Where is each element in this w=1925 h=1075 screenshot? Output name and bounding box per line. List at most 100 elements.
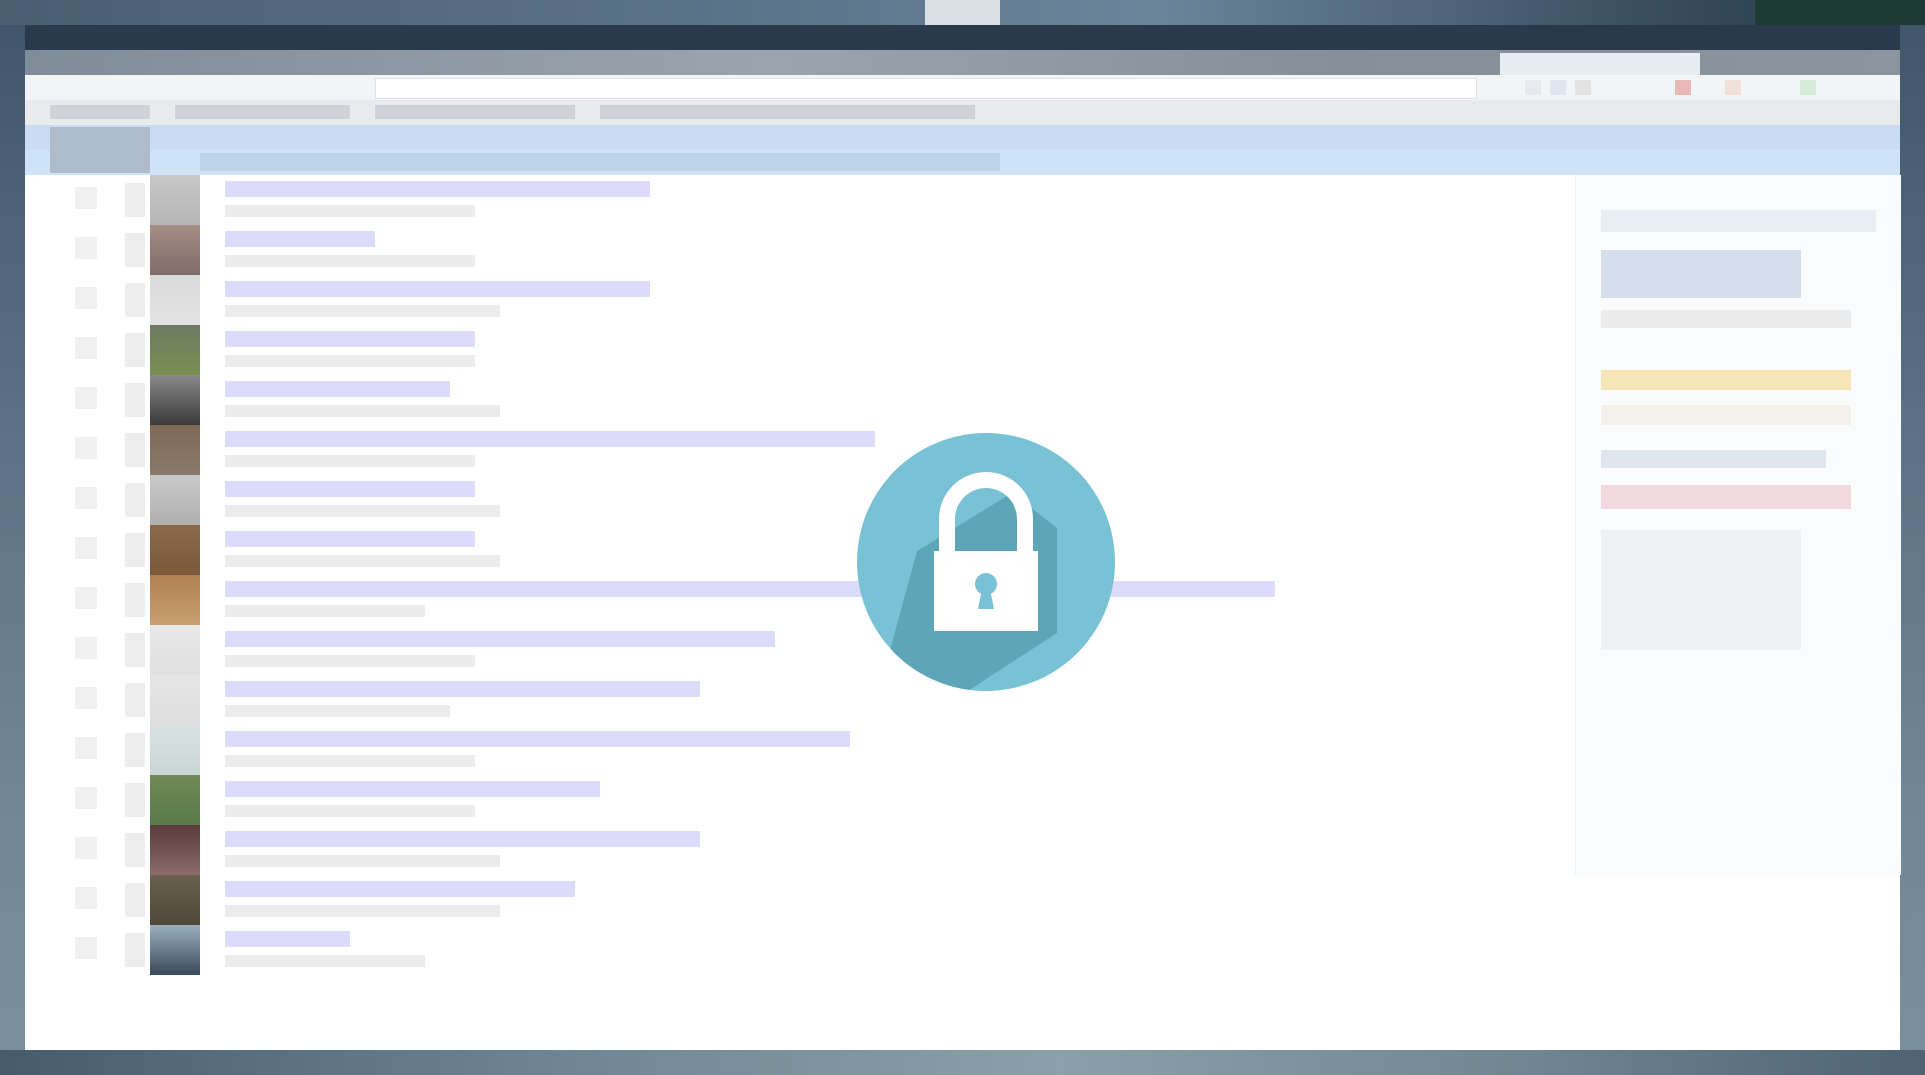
search-box[interactable] (1601, 210, 1876, 232)
lock-overlay (857, 433, 1115, 691)
vote-arrows[interactable] (125, 883, 145, 917)
site-logo[interactable] (50, 127, 150, 173)
post-row[interactable] (50, 675, 1550, 725)
bookmark-item[interactable] (50, 105, 150, 119)
post-row[interactable] (50, 825, 1550, 875)
vote-arrows[interactable] (125, 733, 145, 767)
post-title-link[interactable] (225, 831, 700, 847)
post-thumbnail[interactable] (150, 825, 200, 875)
post-meta (225, 655, 475, 667)
post-thumbnail[interactable] (150, 225, 200, 275)
post-title-link[interactable] (225, 781, 600, 797)
post-row[interactable] (50, 275, 1550, 325)
window-titlebar[interactable] (25, 25, 1900, 50)
bookmark-item[interactable] (600, 105, 975, 119)
post-title-link[interactable] (225, 481, 475, 497)
vote-arrows[interactable] (125, 483, 145, 517)
post-thumbnail[interactable] (150, 475, 200, 525)
post-thumbnail[interactable] (150, 925, 200, 975)
post-title-link[interactable] (225, 331, 475, 347)
post-thumbnail[interactable] (150, 325, 200, 375)
vote-arrows[interactable] (125, 383, 145, 417)
system-tray[interactable] (1755, 0, 1925, 25)
post-list (25, 175, 1575, 1050)
post-row[interactable] (50, 875, 1550, 925)
post-title-link[interactable] (225, 881, 575, 897)
post-title-link[interactable] (225, 381, 450, 397)
post-row[interactable] (50, 625, 1550, 675)
post-thumbnail[interactable] (150, 575, 200, 625)
extension-icon[interactable] (1725, 80, 1741, 95)
post-title-link[interactable] (225, 631, 775, 647)
post-row[interactable] (50, 775, 1550, 825)
post-thumbnail[interactable] (150, 675, 200, 725)
post-thumbnail[interactable] (150, 525, 200, 575)
sidebar-text-block (1601, 450, 1826, 468)
post-row[interactable] (50, 225, 1550, 275)
post-title-link[interactable] (225, 681, 700, 697)
sidebar-text-block (1601, 530, 1801, 650)
system-clock[interactable] (925, 0, 1000, 25)
vote-arrows[interactable] (125, 333, 145, 367)
vote-arrows[interactable] (125, 783, 145, 817)
vote-arrows[interactable] (125, 183, 145, 217)
post-title-link[interactable] (225, 431, 875, 447)
post-row[interactable] (50, 575, 1550, 625)
vote-arrows[interactable] (125, 433, 145, 467)
post-row[interactable] (50, 925, 1550, 975)
post-thumbnail[interactable] (150, 775, 200, 825)
extension-icon[interactable] (1800, 80, 1816, 95)
browser-tab-active[interactable] (1500, 53, 1700, 75)
post-title-link[interactable] (225, 281, 650, 297)
bookmark-item[interactable] (175, 105, 350, 119)
address-bar[interactable] (375, 78, 1477, 99)
post-row[interactable] (50, 725, 1550, 775)
vote-arrows[interactable] (125, 533, 145, 567)
post-meta (225, 305, 500, 317)
sort-tabs[interactable] (200, 153, 1000, 171)
post-row[interactable] (50, 475, 1550, 525)
post-title-link[interactable] (225, 931, 350, 947)
browser-window (25, 25, 1901, 1050)
sidebar-text-block (1601, 485, 1851, 509)
post-rank (75, 537, 97, 559)
sidebar-text-block (1601, 405, 1851, 425)
extension-icon[interactable] (1550, 80, 1566, 95)
submit-button[interactable] (1601, 250, 1801, 298)
post-thumbnail[interactable] (150, 425, 200, 475)
post-title-link[interactable] (225, 231, 375, 247)
post-title-link[interactable] (225, 531, 475, 547)
post-meta (225, 905, 500, 917)
post-title-link[interactable] (225, 581, 1275, 597)
post-thumbnail[interactable] (150, 725, 200, 775)
post-rank (75, 787, 97, 809)
vote-arrows[interactable] (125, 633, 145, 667)
post-thumbnail[interactable] (150, 625, 200, 675)
vote-arrows[interactable] (125, 683, 145, 717)
post-title-link[interactable] (225, 731, 850, 747)
extension-icon[interactable] (1675, 80, 1691, 95)
post-row[interactable] (50, 175, 1550, 225)
vote-arrows[interactable] (125, 833, 145, 867)
vote-arrows[interactable] (125, 233, 145, 267)
user-row (1601, 310, 1851, 328)
post-row[interactable] (50, 375, 1550, 425)
post-row[interactable] (50, 425, 1550, 475)
bookmark-item[interactable] (375, 105, 575, 119)
post-meta (225, 705, 450, 717)
post-thumbnail[interactable] (150, 375, 200, 425)
post-thumbnail[interactable] (150, 275, 200, 325)
post-row[interactable] (50, 325, 1550, 375)
vote-arrows[interactable] (125, 933, 145, 967)
post-rank (75, 287, 97, 309)
post-row[interactable] (50, 525, 1550, 575)
extension-icon[interactable] (1525, 80, 1541, 95)
post-rank (75, 937, 97, 959)
vote-arrows[interactable] (125, 583, 145, 617)
vote-arrows[interactable] (125, 283, 145, 317)
subreddit-bar[interactable] (25, 125, 1900, 150)
post-thumbnail[interactable] (150, 175, 200, 225)
extension-icon[interactable] (1575, 80, 1591, 95)
post-thumbnail[interactable] (150, 875, 200, 925)
post-title-link[interactable] (225, 181, 650, 197)
